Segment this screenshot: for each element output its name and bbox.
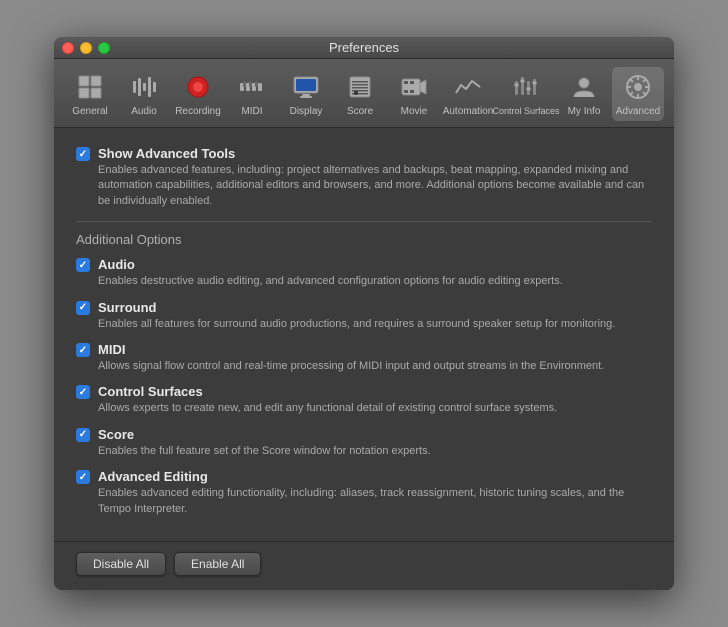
- toolbar-item-display[interactable]: Display: [280, 67, 332, 121]
- traffic-lights: [62, 42, 110, 54]
- toolbar-item-audio[interactable]: Audio: [118, 67, 170, 121]
- score-checkbox[interactable]: [76, 428, 90, 442]
- toolbar-item-midi[interactable]: MIDI: [226, 67, 278, 121]
- score-option-desc: Enables the full feature set of the Scor…: [98, 444, 652, 459]
- audio-icon: [128, 71, 160, 103]
- midi-checkbox[interactable]: [76, 343, 90, 357]
- advanced-editing-option-title: Advanced Editing: [98, 469, 652, 484]
- advanced-editing-checkbox[interactable]: [76, 470, 90, 484]
- option-row-control-surfaces: Control Surfaces Allows experts to creat…: [76, 384, 652, 416]
- show-advanced-tools-text: Show Advanced Tools Enables advanced fea…: [98, 146, 652, 209]
- general-label: General: [72, 106, 108, 117]
- preferences-window: Preferences General: [54, 37, 674, 590]
- show-advanced-tools-checkbox[interactable]: [76, 147, 90, 161]
- titlebar: Preferences: [54, 37, 674, 59]
- window-title: Preferences: [329, 40, 399, 55]
- advanced-label: Advanced: [616, 106, 660, 117]
- recording-icon: [182, 71, 214, 103]
- automation-icon: [452, 71, 484, 103]
- midi-icon: [236, 71, 268, 103]
- display-icon: [290, 71, 322, 103]
- advanced-editing-option-desc: Enables advanced editing functionality, …: [98, 486, 652, 517]
- display-label: Display: [290, 106, 323, 117]
- audio-option-desc: Enables destructive audio editing, and a…: [98, 274, 652, 289]
- show-advanced-tools-desc: Enables advanced features, including: pr…: [98, 163, 652, 209]
- surround-option-desc: Enables all features for surround audio …: [98, 317, 652, 332]
- additional-options-label: Additional Options: [76, 232, 652, 247]
- advanced-editing-option-text: Advanced Editing Enables advanced editin…: [98, 469, 652, 517]
- toolbar-item-movie[interactable]: Movie: [388, 67, 440, 121]
- option-row-surround: Surround Enables all features for surrou…: [76, 300, 652, 332]
- control-surfaces-option-desc: Allows experts to create new, and edit a…: [98, 401, 652, 416]
- toolbar-item-advanced[interactable]: Advanced: [612, 67, 664, 121]
- control-surfaces-icon: [510, 71, 542, 103]
- midi-option-text: MIDI Allows signal flow control and real…: [98, 342, 652, 374]
- surround-option-title: Surround: [98, 300, 652, 315]
- show-advanced-tools-row: Show Advanced Tools Enables advanced fea…: [76, 146, 652, 209]
- surround-option-text: Surround Enables all features for surrou…: [98, 300, 652, 332]
- enable-all-button[interactable]: Enable All: [174, 552, 261, 576]
- toolbar-item-control-surfaces[interactable]: Control Surfaces: [496, 67, 556, 121]
- audio-option-title: Audio: [98, 257, 652, 272]
- control-surfaces-option-text: Control Surfaces Allows experts to creat…: [98, 384, 652, 416]
- movie-label: Movie: [401, 106, 428, 117]
- audio-option-text: Audio Enables destructive audio editing,…: [98, 257, 652, 289]
- audio-checkbox[interactable]: [76, 258, 90, 272]
- automation-label: Automation: [443, 106, 494, 117]
- audio-label: Audio: [131, 106, 157, 117]
- toolbar-item-score[interactable]: Score: [334, 67, 386, 121]
- midi-label: MIDI: [241, 106, 262, 117]
- minimize-button[interactable]: [80, 42, 92, 54]
- control-surfaces-label: Control Surfaces: [492, 106, 559, 117]
- midi-option-title: MIDI: [98, 342, 652, 357]
- disable-all-button[interactable]: Disable All: [76, 552, 166, 576]
- option-row-midi: MIDI Allows signal flow control and real…: [76, 342, 652, 374]
- maximize-button[interactable]: [98, 42, 110, 54]
- movie-icon: [398, 71, 430, 103]
- my-info-icon: [568, 71, 600, 103]
- show-advanced-tools-title: Show Advanced Tools: [98, 146, 652, 161]
- advanced-icon: [622, 71, 654, 103]
- score-label: Score: [347, 106, 373, 117]
- close-button[interactable]: [62, 42, 74, 54]
- option-row-score: Score Enables the full feature set of th…: [76, 427, 652, 459]
- control-surfaces-option-title: Control Surfaces: [98, 384, 652, 399]
- toolbar-item-automation[interactable]: Automation: [442, 67, 494, 121]
- score-option-text: Score Enables the full feature set of th…: [98, 427, 652, 459]
- score-option-title: Score: [98, 427, 652, 442]
- toolbar-item-recording[interactable]: Recording: [172, 67, 224, 121]
- option-row-advanced-editing: Advanced Editing Enables advanced editin…: [76, 469, 652, 517]
- bottom-bar: Disable All Enable All: [54, 541, 674, 590]
- section-divider: [76, 221, 652, 222]
- content-area: Show Advanced Tools Enables advanced fea…: [54, 128, 674, 541]
- toolbar-item-general[interactable]: General: [64, 67, 116, 121]
- toolbar: General Audio Rec: [54, 59, 674, 128]
- toolbar-item-my-info[interactable]: My Info: [558, 67, 610, 121]
- score-icon: [344, 71, 376, 103]
- my-info-label: My Info: [568, 106, 601, 117]
- control-surfaces-checkbox[interactable]: [76, 385, 90, 399]
- midi-option-desc: Allows signal flow control and real-time…: [98, 359, 652, 374]
- recording-label: Recording: [175, 106, 221, 117]
- general-icon: [74, 71, 106, 103]
- surround-checkbox[interactable]: [76, 301, 90, 315]
- option-row-audio: Audio Enables destructive audio editing,…: [76, 257, 652, 289]
